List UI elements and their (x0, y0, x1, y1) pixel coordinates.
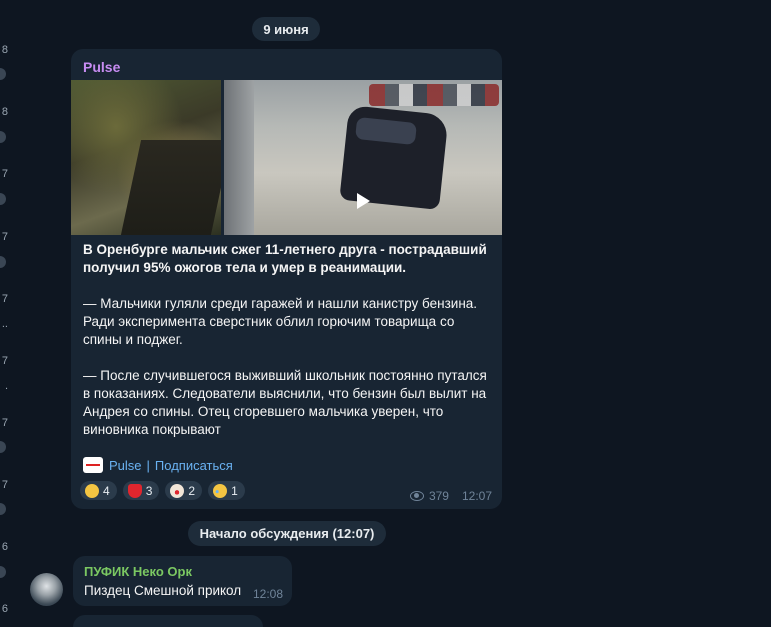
chat-list-avatar[interactable] (0, 441, 6, 453)
comment-time: 12:08 (252, 587, 283, 601)
views-eye-icon (409, 491, 424, 501)
discussion-start-separator: Начало обсуждения (12:07) (188, 521, 386, 546)
chat-list-count: 8 (1, 44, 8, 56)
post-paragraph: — После случившегося выживший школьник п… (83, 368, 487, 437)
reaction-clown[interactable]: 2 (165, 481, 203, 500)
channel-signature: Pulse | Подписаться (83, 457, 233, 473)
play-icon[interactable] (140, 193, 153, 209)
subscribe-link[interactable]: Подписаться (155, 458, 233, 473)
reaction-heart[interactable]: 3 (122, 481, 160, 500)
comment-author[interactable]: ПУФИК Неко Орк (84, 564, 192, 579)
comment-text: Пиздец Смешной прикол (84, 583, 242, 598)
scream-emoji-icon (85, 483, 99, 498)
chat-list-avatar[interactable] (0, 193, 6, 205)
chat-list-count: 6 (1, 541, 8, 553)
signature-channel-link[interactable]: Pulse (109, 458, 142, 473)
views-count: 379 (428, 489, 449, 503)
chat-list-count: 7 (1, 417, 8, 429)
chat-list-avatar[interactable] (0, 256, 6, 268)
chat-list-count: 7 (1, 355, 8, 367)
play-icon[interactable] (357, 193, 370, 209)
chat-list-mark: .. (1, 318, 8, 330)
heart-emoji-icon (127, 483, 142, 498)
reactions-bar: 4 3 2 1 (80, 481, 245, 500)
chat-list-avatar[interactable] (0, 68, 6, 80)
channel-name[interactable]: Pulse (83, 59, 120, 75)
chat-list-count: 7 (1, 293, 8, 305)
chat-list-count: 6 (1, 603, 8, 615)
reaction-count: 3 (145, 483, 153, 498)
chat-list-edge: 8 8 7 7 7 .. 7 . 7 7 6 6 (0, 0, 16, 622)
channel-post: Pulse В Оренбурге мальчик сжег 11-летнег… (71, 49, 502, 509)
date-separator: 9 июня (252, 17, 320, 41)
chat-list-avatar[interactable] (0, 566, 6, 578)
chat-list-count: 8 (1, 106, 8, 118)
post-time: 12:07 (461, 489, 492, 503)
reaction-scream[interactable]: 4 (80, 481, 117, 500)
chat-list-count: 7 (1, 231, 8, 243)
garage-wall (224, 80, 254, 235)
chat-list-count: 7 (1, 168, 8, 180)
reaction-count: 4 (103, 483, 110, 498)
video-thumbnail-2[interactable] (224, 80, 502, 235)
video-thumbnail-1[interactable] (71, 80, 221, 235)
husky-avatar-icon[interactable] (30, 573, 63, 606)
chat-list-count: 7 (1, 479, 8, 491)
cry-emoji-icon (213, 483, 228, 498)
post-meta: 379 12:07 (409, 489, 492, 503)
post-title: В Оренбурге мальчик сжег 11-летнего друг… (83, 242, 487, 275)
post-paragraph: — Мальчики гуляли среди гаражей и нашли … (83, 296, 478, 347)
reaction-count: 2 (188, 483, 196, 498)
parked-cars (369, 84, 499, 106)
clown-emoji-icon (170, 483, 185, 498)
reaction-cry[interactable]: 1 (208, 481, 245, 500)
post-text: В Оренбурге мальчик сжег 11-летнего друг… (83, 241, 493, 457)
comment-bubble: ПУФИК Неко Орк Пиздец Смешной прикол 12:… (73, 556, 292, 606)
reaction-count: 1 (231, 483, 238, 498)
chat-list-mark: . (4, 380, 8, 392)
chat-list-avatar[interactable] (0, 131, 6, 143)
pulse-logo-icon (83, 457, 103, 473)
signature-separator: | (146, 457, 150, 473)
next-comment-bubble (73, 615, 263, 627)
chat-list-avatar[interactable] (0, 503, 6, 515)
